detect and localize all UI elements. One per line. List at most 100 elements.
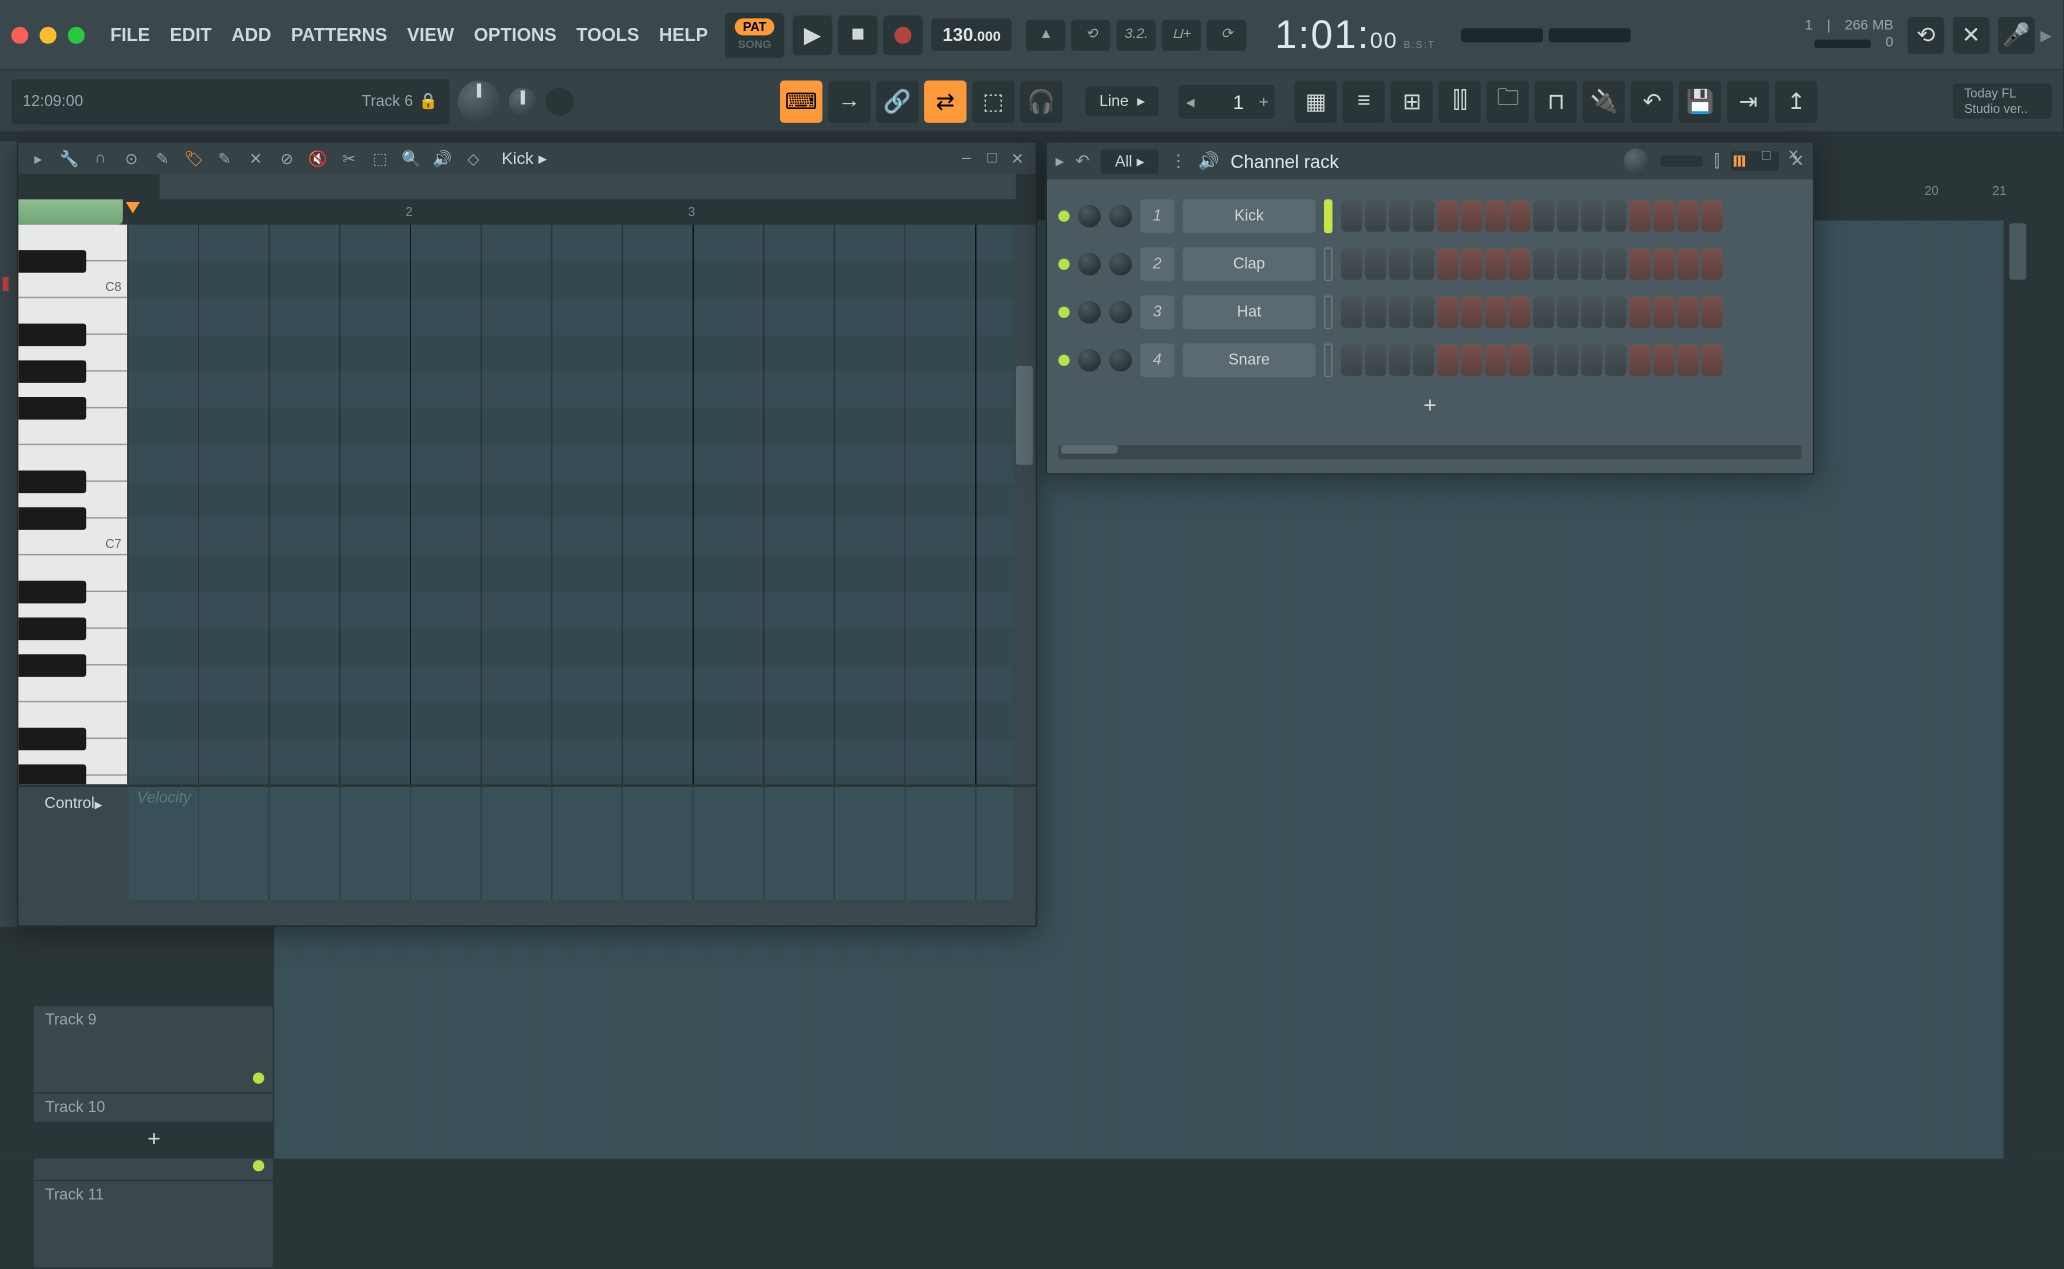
step-button[interactable]: [1581, 297, 1602, 328]
channel-pan-knob[interactable]: [1078, 253, 1101, 276]
pr-play-icon[interactable]: 🔊: [431, 147, 454, 170]
live-mode-button[interactable]: ⇄: [924, 80, 966, 122]
step-button[interactable]: [1557, 249, 1578, 280]
snap-selector[interactable]: Line▸: [1085, 86, 1159, 116]
channel-pan-knob[interactable]: [1078, 205, 1101, 228]
channel-pan-knob[interactable]: [1078, 301, 1101, 324]
cr-filter-select[interactable]: All ▸: [1101, 149, 1159, 173]
channel-pan-knob[interactable]: [1078, 349, 1101, 372]
step-button[interactable]: [1653, 201, 1674, 232]
step-button[interactable]: [1437, 201, 1458, 232]
pr-scroll-icon[interactable]: ◇: [462, 147, 485, 170]
channel-vol-knob[interactable]: [1109, 253, 1132, 276]
step-button[interactable]: [1653, 249, 1674, 280]
channel-vol-knob[interactable]: [1109, 349, 1132, 372]
mic-button[interactable]: 🎤: [1998, 16, 2035, 53]
undo-button[interactable]: ↶: [1631, 80, 1673, 122]
step-button[interactable]: [1461, 297, 1482, 328]
step-button[interactable]: [1341, 249, 1362, 280]
news-panel[interactable]: Today FL Studio ver..: [1953, 83, 2052, 119]
pr-stamp-icon[interactable]: ⊙: [120, 147, 143, 170]
step-button[interactable]: [1629, 201, 1650, 232]
countdown-button[interactable]: 3.2.: [1117, 19, 1157, 50]
step-button[interactable]: [1629, 297, 1650, 328]
channel-vol-knob[interactable]: [1109, 301, 1132, 324]
step-button[interactable]: [1461, 345, 1482, 376]
channel-mute-led[interactable]: [1058, 259, 1069, 270]
step-button[interactable]: [1677, 201, 1698, 232]
pr-control-label[interactable]: Control ▸: [18, 787, 128, 900]
step-button[interactable]: [1461, 201, 1482, 232]
pr-minimize-button[interactable]: –: [957, 148, 977, 168]
render-button[interactable]: ⇥: [1727, 80, 1769, 122]
step-button[interactable]: [1509, 249, 1530, 280]
step-button[interactable]: [1389, 249, 1410, 280]
step-button[interactable]: [1533, 297, 1554, 328]
menu-file[interactable]: FILE: [102, 18, 159, 50]
horiz-slider[interactable]: [545, 87, 573, 115]
step-button[interactable]: [1341, 297, 1362, 328]
channel-name-button[interactable]: Hat: [1183, 295, 1316, 329]
cr-max-button[interactable]: □: [1762, 148, 1779, 165]
maximize-window-button[interactable]: [68, 26, 85, 43]
channel-number[interactable]: 3: [1140, 295, 1174, 329]
menu-add[interactable]: ADD: [223, 18, 280, 50]
master-pitch-knob[interactable]: [509, 87, 537, 115]
blend-button[interactable]: ⊔+: [1162, 19, 1202, 50]
cr-swing-knob[interactable]: [1624, 148, 1649, 173]
metronome-button[interactable]: ▲: [1026, 19, 1066, 50]
step-button[interactable]: [1365, 201, 1386, 232]
channel-name-button[interactable]: Clap: [1183, 247, 1316, 281]
track-led[interactable]: [253, 1072, 264, 1083]
menubar-expand-icon[interactable]: ▸: [2040, 20, 2051, 48]
menu-tools[interactable]: TOOLS: [568, 18, 648, 50]
step-button[interactable]: [1341, 345, 1362, 376]
menu-help[interactable]: HELP: [651, 18, 717, 50]
pr-erase-icon[interactable]: ✕: [244, 147, 267, 170]
channel-number[interactable]: 2: [1140, 247, 1174, 281]
step-button[interactable]: [1509, 297, 1530, 328]
step-button[interactable]: [1557, 345, 1578, 376]
step-button[interactable]: [1533, 201, 1554, 232]
step-button[interactable]: [1605, 297, 1626, 328]
cr-graph[interactable]: [1660, 155, 1702, 166]
pr-mute-icon[interactable]: ⊘: [276, 147, 299, 170]
channel-vol-knob[interactable]: [1109, 205, 1132, 228]
menu-edit[interactable]: EDIT: [161, 18, 220, 50]
piano-keyboard[interactable]: C8 C7: [18, 225, 128, 785]
cr-min-button[interactable]: –: [1737, 148, 1754, 165]
typing-kbd-button[interactable]: ⌨: [780, 80, 822, 122]
step-button[interactable]: [1701, 249, 1722, 280]
step-button[interactable]: [1581, 249, 1602, 280]
step-button[interactable]: [1509, 345, 1530, 376]
loop-rec-button[interactable]: ⟳: [1207, 19, 1247, 50]
step-button[interactable]: [1413, 345, 1434, 376]
pattern-next[interactable]: +: [1252, 90, 1275, 113]
pr-velocity-area[interactable]: Velocity: [129, 787, 1014, 900]
step-button[interactable]: [1629, 249, 1650, 280]
channelrack-button[interactable]: ⊞: [1391, 80, 1433, 122]
playlist-vscroll[interactable]: [2006, 220, 2029, 1158]
pr-note-grid[interactable]: [129, 225, 1014, 785]
step-button[interactable]: [1605, 249, 1626, 280]
step-button[interactable]: [1677, 249, 1698, 280]
undo-history-button[interactable]: ⟲: [1908, 16, 1945, 53]
cr-graph-icon[interactable]: ⫿: [1714, 150, 1719, 171]
pr-select-icon[interactable]: ⬚: [369, 147, 392, 170]
stop-button[interactable]: ■: [838, 15, 878, 55]
step-button[interactable]: [1437, 345, 1458, 376]
plugin-button[interactable]: 🔌: [1583, 80, 1625, 122]
track-led[interactable]: [253, 1160, 264, 1171]
step-button[interactable]: [1389, 345, 1410, 376]
song-position[interactable]: 1:01: 00 B:S:T: [1275, 12, 1436, 57]
step-button[interactable]: [1629, 345, 1650, 376]
playlist-button[interactable]: ▦: [1295, 80, 1337, 122]
step-button[interactable]: [1581, 201, 1602, 232]
step-button[interactable]: [1341, 201, 1362, 232]
cr-hscroll[interactable]: [1058, 445, 1801, 459]
channel-select[interactable]: [1324, 295, 1332, 329]
pr-brush-icon[interactable]: ✎: [213, 147, 236, 170]
record-button[interactable]: [883, 15, 923, 55]
pr-zoom-icon[interactable]: 🔍: [400, 147, 423, 170]
channel-number[interactable]: 1: [1140, 199, 1174, 233]
